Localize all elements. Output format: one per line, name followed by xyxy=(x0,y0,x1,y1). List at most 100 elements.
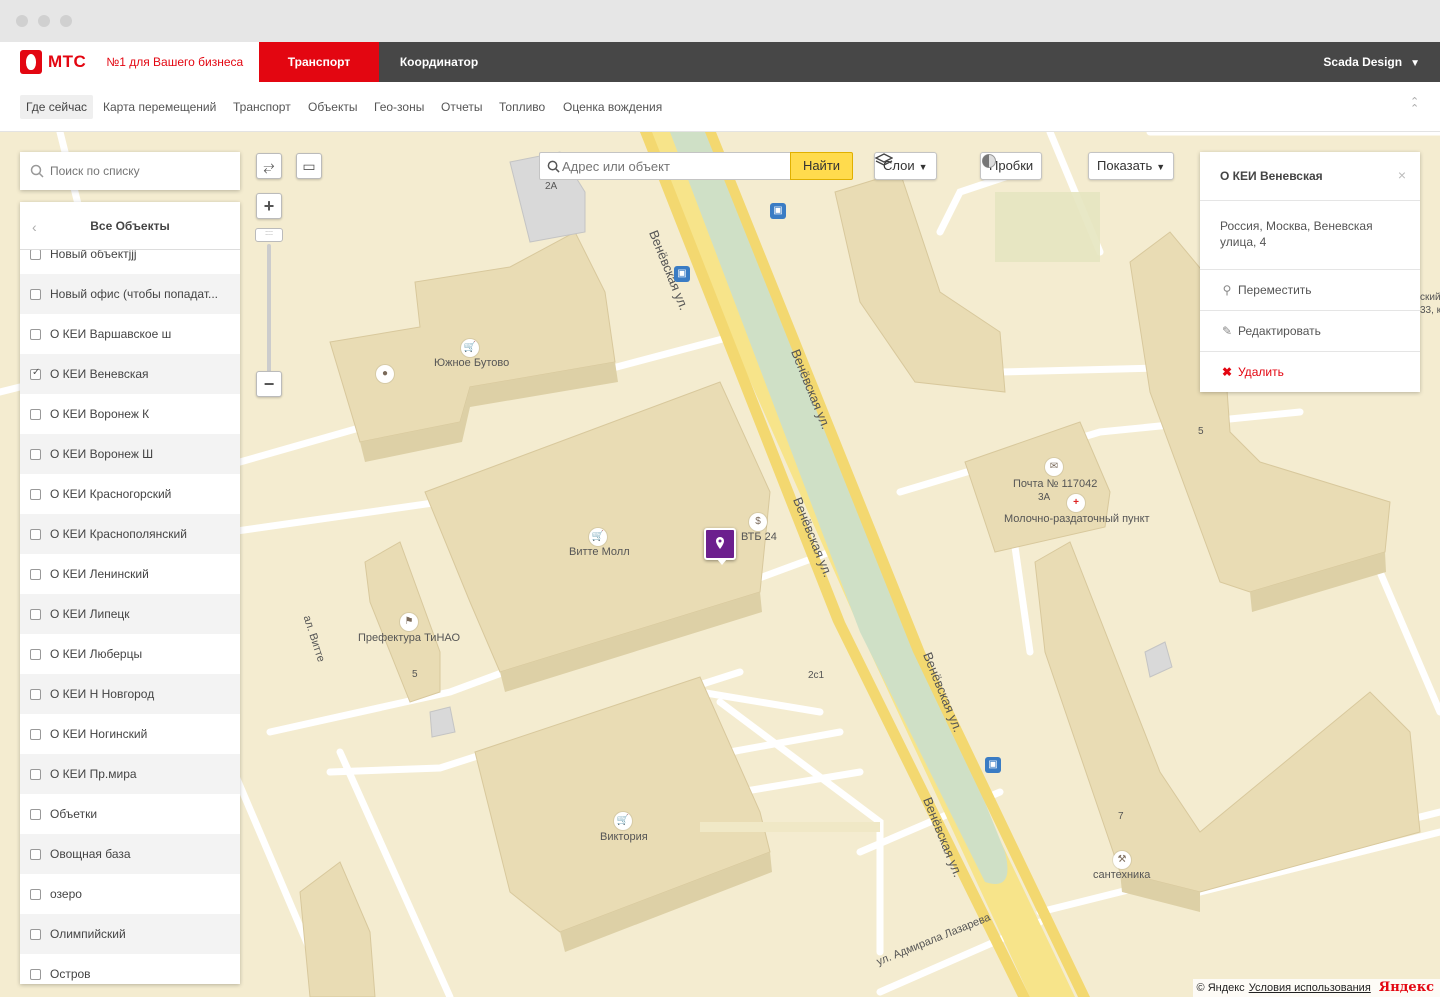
item-checkbox[interactable] xyxy=(30,688,41,700)
zoom-out-button[interactable]: − xyxy=(256,371,282,397)
list-item[interactable]: О КЕИ Ленинский xyxy=(20,554,240,594)
item-checkbox[interactable] xyxy=(30,848,41,860)
info-address: Россия, Москва, Веневская улица, 4 xyxy=(1220,219,1373,249)
list-item[interactable]: О КЕИ Веневская xyxy=(20,354,240,394)
bank-icon[interactable]: $ xyxy=(749,513,767,531)
item-checkbox[interactable] xyxy=(30,648,41,660)
item-checkbox[interactable] xyxy=(30,408,41,420)
window-minimize-dot[interactable] xyxy=(38,15,50,27)
subnav-fuel[interactable]: Топливо xyxy=(493,95,551,119)
list-item[interactable]: Олимпийский xyxy=(20,914,240,954)
zoom-slider-handle[interactable]: :::: xyxy=(255,228,283,242)
bus-stop-icon[interactable]: ▣ xyxy=(674,266,690,282)
flag-icon[interactable]: ⚑ xyxy=(400,613,418,631)
tool-icon[interactable]: ⚒ xyxy=(1113,851,1131,869)
list-item-label: Овощная база xyxy=(50,847,131,861)
list-item[interactable]: О КЕИ Красногорский xyxy=(20,474,240,514)
subnav-where-now[interactable]: Где сейчас xyxy=(20,95,94,119)
list-item[interactable]: О КЕИ Н Новгород xyxy=(20,674,240,714)
window-zoom-dot[interactable] xyxy=(60,15,72,27)
object-location-marker[interactable] xyxy=(704,528,736,565)
zoom-slider-track[interactable] xyxy=(267,244,271,384)
list-item[interactable]: О КЕИ Воронеж Ш xyxy=(20,434,240,474)
item-checkbox[interactable] xyxy=(30,528,41,540)
list-item[interactable]: О КЕИ Пр.мира xyxy=(20,754,240,794)
subnav-reports[interactable]: Отчеты xyxy=(435,95,488,119)
shop-icon[interactable]: 🛒 xyxy=(614,812,632,830)
collapse-up-icon[interactable]: ⌃ ⌃ xyxy=(1410,97,1422,115)
item-checkbox[interactable] xyxy=(30,248,41,260)
item-checkbox[interactable] xyxy=(30,928,41,940)
brand-area[interactable]: МТС №1 для Вашего бизнеса xyxy=(0,42,259,82)
item-checkbox[interactable] xyxy=(30,888,41,900)
item-checkbox[interactable] xyxy=(30,808,41,820)
list-item[interactable]: О КЕИ Воронеж К xyxy=(20,394,240,434)
ruler-icon: ▭ xyxy=(302,158,316,174)
shop-icon[interactable]: 🛒 xyxy=(461,339,479,357)
house-number: 3А xyxy=(1038,492,1051,503)
list-search-input[interactable] xyxy=(50,161,230,181)
item-checkbox[interactable] xyxy=(30,608,41,620)
list-item-label: О КЕИ Пр.мира xyxy=(50,767,137,781)
list-item[interactable]: О КЕИ Варшавское ш xyxy=(20,314,240,354)
tab-transport[interactable]: Транспорт xyxy=(259,42,379,82)
list-item[interactable]: О КЕИ Люберцы xyxy=(20,634,240,674)
object-list-panel: ‹ Все Объекты Новый объектjjj Новый офис… xyxy=(20,202,240,984)
item-checkbox[interactable] xyxy=(30,968,41,980)
subnav-objects[interactable]: Объекты xyxy=(302,95,364,119)
list-item[interactable]: Новый офис (чтобы попадат... xyxy=(20,274,240,314)
list-item[interactable]: озеро xyxy=(20,874,240,914)
item-checkbox[interactable] xyxy=(30,328,41,340)
find-button[interactable]: Найти xyxy=(790,152,853,180)
list-item[interactable]: О КЕИ Липецк xyxy=(20,594,240,634)
medical-cross-icon[interactable]: + xyxy=(1067,494,1085,512)
traffic-button[interactable]: Пробки xyxy=(980,152,1043,180)
shop-icon[interactable]: 🛒 xyxy=(589,528,607,546)
close-icon[interactable]: × xyxy=(1398,167,1406,183)
move-action[interactable]: ⚲ Переместить xyxy=(1200,269,1420,310)
route-tool-button[interactable]: ⥂ xyxy=(256,153,282,179)
window-close-dot[interactable] xyxy=(16,15,28,27)
item-checkbox[interactable] xyxy=(30,448,41,460)
item-checkbox[interactable] xyxy=(30,288,41,300)
mts-logo-icon xyxy=(20,50,42,74)
list-item-label: Остров xyxy=(50,967,91,981)
terms-link[interactable]: Условия использования xyxy=(1249,982,1371,994)
ruler-tool-button[interactable]: ▭ xyxy=(296,153,322,179)
layers-button[interactable]: Слои ▼ xyxy=(874,152,937,180)
bag-icon[interactable]: ● xyxy=(376,365,394,383)
zoom-in-button[interactable]: + xyxy=(256,193,282,219)
list-item-label: О КЕИ Краснополянский xyxy=(50,527,187,541)
list-item[interactable]: О КЕИ Краснополянский xyxy=(20,514,240,554)
show-button[interactable]: Показать ▼ xyxy=(1088,152,1175,180)
subnav-transport[interactable]: Транспорт xyxy=(227,95,297,119)
list-search[interactable] xyxy=(20,152,240,190)
object-list-header: ‹ Все Объекты xyxy=(20,202,240,250)
bus-stop-icon[interactable]: ▣ xyxy=(770,203,786,219)
subnav-geozones[interactable]: Гео-зоны xyxy=(368,95,430,119)
item-checkbox[interactable] xyxy=(30,367,41,380)
delete-action[interactable]: ✖ Удалить xyxy=(1200,351,1420,392)
subnav-driving-score[interactable]: Оценка вождения xyxy=(557,95,668,119)
bus-stop-icon[interactable]: ▣ xyxy=(985,757,1001,773)
chevron-down-icon: ▼ xyxy=(1156,162,1166,172)
list-item[interactable]: Объетки xyxy=(20,794,240,834)
edit-action[interactable]: ✎ Редактировать xyxy=(1200,310,1420,351)
map-canvas[interactable]: Венёвская ул. Венёвская ул. Венёвская ул… xyxy=(0,132,1440,997)
layers-icon xyxy=(875,153,893,166)
list-item[interactable]: О КЕИ Ногинский xyxy=(20,714,240,754)
item-checkbox[interactable] xyxy=(30,728,41,740)
item-checkbox[interactable] xyxy=(30,488,41,500)
address-input[interactable] xyxy=(562,157,782,175)
tab-coordinator[interactable]: Координатор xyxy=(379,42,499,82)
search-icon xyxy=(547,160,560,173)
user-menu[interactable]: Scada Design ▼ xyxy=(1323,42,1420,82)
address-search[interactable] xyxy=(539,152,791,180)
list-item[interactable]: Овощная база xyxy=(20,834,240,874)
subnav-movement-map[interactable]: Карта перемещений xyxy=(97,95,222,119)
item-checkbox[interactable] xyxy=(30,768,41,780)
copyright-text: © Яндекс xyxy=(1196,982,1245,994)
list-item[interactable]: Остров xyxy=(20,954,240,984)
mail-icon[interactable]: ✉ xyxy=(1045,458,1063,476)
item-checkbox[interactable] xyxy=(30,568,41,580)
